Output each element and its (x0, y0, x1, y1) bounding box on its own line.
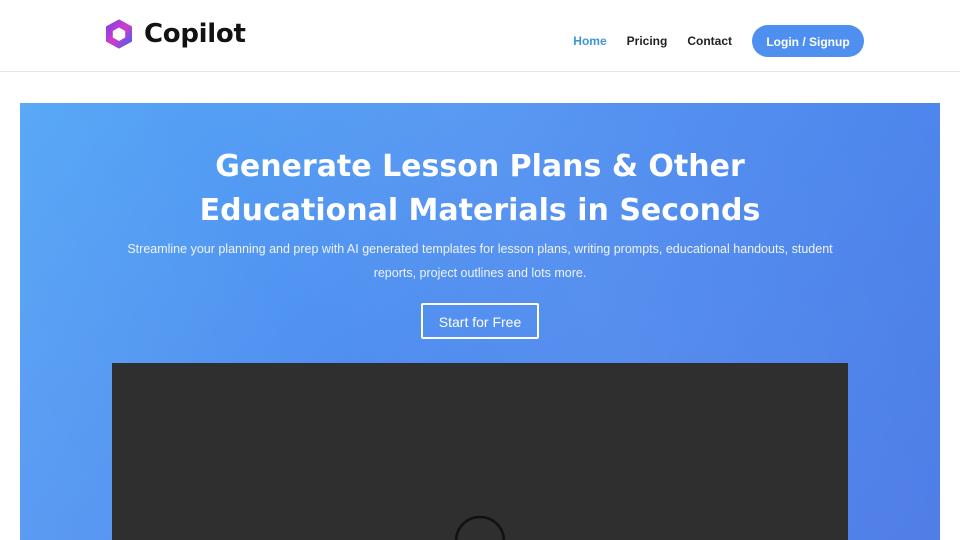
site-header: Copilot Home Pricing Contact Login / Sig… (0, 0, 960, 72)
brand-name: Copilot (144, 19, 246, 49)
nav-pricing-link[interactable]: Pricing (627, 25, 668, 57)
login-signup-button[interactable]: Login / Signup (752, 25, 864, 57)
hero-subtitle: Streamline your planning and prep with A… (127, 242, 833, 280)
nav-contact-link[interactable]: Contact (687, 25, 732, 57)
video-player[interactable] (112, 363, 848, 540)
main-nav: Home Pricing Contact Login / Signup (573, 25, 864, 57)
hexagon-gradient-logo-icon (106, 19, 132, 49)
loading-spinner-icon (454, 515, 506, 540)
start-for-free-button[interactable]: Start for Free (421, 303, 539, 339)
hero-title: Generate Lesson Plans & Other Educationa… (199, 149, 761, 228)
hero-section: Generate Lesson Plans & Other Educationa… (20, 103, 940, 540)
nav-home-link[interactable]: Home (573, 25, 606, 57)
brand-logo[interactable]: Copilot (104, 19, 246, 49)
